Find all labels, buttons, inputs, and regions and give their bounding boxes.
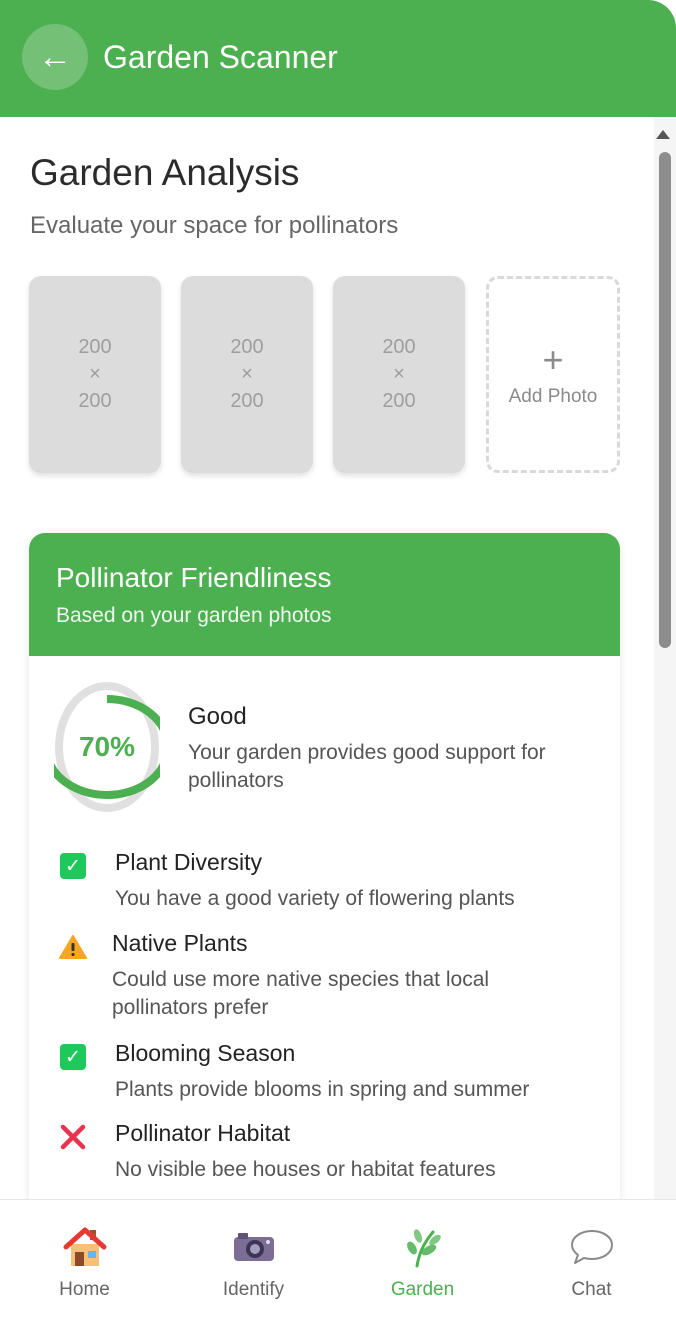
- garden-photo-1[interactable]: 200 × 200: [29, 276, 161, 473]
- warning-icon: [58, 932, 88, 962]
- back-button[interactable]: ←: [22, 24, 88, 90]
- bottom-navigation: Home Identify Garden Chat: [0, 1199, 676, 1321]
- criteria-description: Could use more native species that local…: [112, 968, 490, 1019]
- nav-label: Home: [59, 1279, 110, 1300]
- garden-photo-2[interactable]: 200 × 200: [181, 276, 313, 473]
- plus-icon: +: [542, 338, 564, 380]
- add-photo-label: Add Photo: [508, 385, 598, 407]
- criteria-title: Native Plants: [112, 930, 248, 956]
- nav-label: Garden: [390, 1279, 455, 1300]
- photo-placeholder-times: ×: [89, 363, 101, 385]
- nav-label: Identify: [222, 1279, 285, 1300]
- score-description: Your garden provides good support for po…: [188, 741, 546, 792]
- card-title: Pollinator Friendliness: [56, 562, 332, 593]
- photo-placeholder-times: ×: [393, 363, 405, 385]
- criteria-description: You have a good variety of flowering pla…: [115, 887, 515, 910]
- page-title: Garden Analysis: [30, 152, 300, 193]
- photo-placeholder-height: 200: [230, 390, 264, 412]
- scrollbar-thumb[interactable]: [659, 152, 671, 648]
- score-value: 70%: [78, 731, 136, 762]
- nav-label: Chat: [571, 1279, 612, 1300]
- header-title: Garden Scanner: [103, 39, 338, 75]
- nav-item-home[interactable]: Home: [0, 1200, 169, 1321]
- seedling-icon: [338, 1226, 507, 1268]
- back-arrow-icon: ←: [38, 38, 72, 76]
- photo-placeholder-height: 200: [78, 390, 112, 412]
- criteria-title: Plant Diversity: [115, 849, 262, 875]
- checkmark-icon: ✓: [58, 851, 88, 881]
- app-header: ← Garden Scanner: [0, 0, 676, 117]
- pollinator-friendliness-card: Pollinator Friendliness Based on your ga…: [29, 533, 620, 1233]
- card-subtitle: Based on your garden photos: [56, 604, 332, 627]
- add-photo-button[interactable]: + Add Photo: [486, 276, 620, 473]
- photo-placeholder-width: 200: [230, 336, 264, 358]
- app-screen: ← Garden Scanner Garden Analysis Evaluat…: [0, 0, 676, 1321]
- photo-placeholder-times: ×: [241, 363, 253, 385]
- garden-photo-3[interactable]: 200 × 200: [333, 276, 465, 473]
- camera-icon: [169, 1226, 338, 1268]
- checkmark-icon: ✓: [58, 1042, 88, 1072]
- house-icon: [0, 1226, 169, 1268]
- criteria-description: Plants provide blooms in spring and summ…: [115, 1078, 530, 1101]
- nav-item-garden[interactable]: Garden: [338, 1200, 507, 1321]
- nav-item-chat[interactable]: Chat: [507, 1200, 676, 1321]
- scroll-up-arrow-icon[interactable]: [656, 130, 670, 139]
- page-subtitle: Evaluate your space for pollinators: [30, 212, 399, 239]
- score-label: Good: [188, 703, 247, 730]
- card-header: Pollinator Friendliness Based on your ga…: [29, 533, 620, 656]
- criteria-title: Pollinator Habitat: [115, 1120, 291, 1146]
- photo-placeholder-width: 200: [78, 336, 112, 358]
- speech-bubble-icon: [507, 1226, 676, 1268]
- photo-placeholder-width: 200: [382, 336, 416, 358]
- criteria-title: Blooming Season: [115, 1040, 296, 1066]
- cross-icon: [58, 1122, 88, 1152]
- nav-item-identify[interactable]: Identify: [169, 1200, 338, 1321]
- criteria-description: No visible bee houses or habitat feature…: [115, 1158, 496, 1181]
- photo-placeholder-height: 200: [382, 390, 416, 412]
